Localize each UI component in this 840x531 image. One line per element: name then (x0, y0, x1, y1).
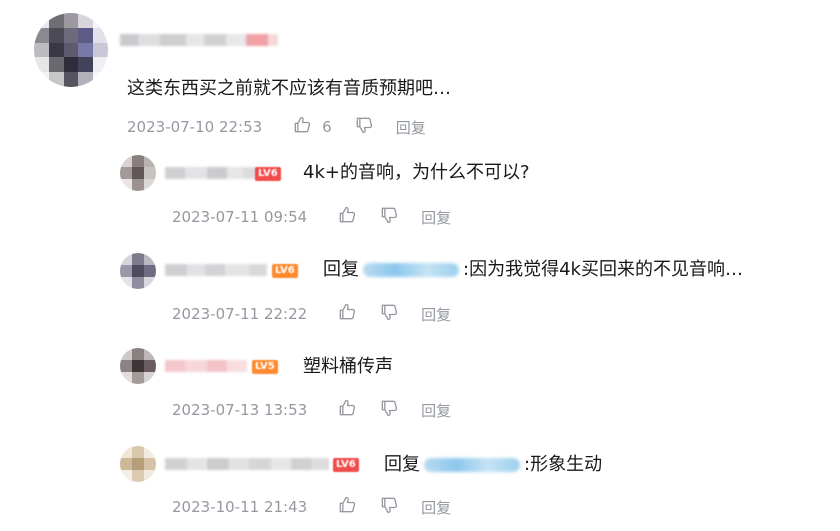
thumbs-down-icon (379, 495, 399, 519)
level-badge: LV5 (252, 360, 278, 374)
reply-meta: 2023-07-11 09:54 回复 (172, 205, 451, 229)
like-button[interactable] (337, 302, 357, 326)
dislike-button[interactable] (379, 398, 399, 422)
username[interactable] (165, 359, 247, 373)
avatar[interactable] (120, 446, 156, 482)
username[interactable] (165, 166, 257, 180)
username[interactable] (120, 33, 278, 47)
reply-button[interactable]: 回复 (421, 207, 451, 228)
thumbs-down-icon (379, 302, 399, 326)
reply-button[interactable]: 回复 (421, 400, 451, 421)
dislike-button[interactable] (354, 115, 374, 139)
like-count: 6 (322, 118, 332, 136)
comment-content: 这类东西买之前就不应该有音质预期吧… (127, 78, 451, 99)
like-button[interactable] (337, 398, 357, 422)
username[interactable] (165, 263, 267, 277)
thumbs-down-icon (379, 398, 399, 422)
reply-button[interactable]: 回复 (421, 497, 451, 518)
reply-button[interactable]: 回复 (396, 117, 426, 138)
mention-link[interactable] (424, 458, 520, 472)
reply-meta: 2023-07-11 22:22 回复 (172, 302, 451, 326)
like-button[interactable] (337, 495, 357, 519)
reply-time: 2023-07-11 09:54 (172, 208, 308, 226)
dislike-button[interactable] (379, 495, 399, 519)
comment-time: 2023-07-10 22:53 (127, 118, 263, 136)
thumbs-up-icon (337, 205, 357, 229)
reply-prefix: 回复 (323, 259, 359, 280)
reply-prefix: 回复 (384, 454, 420, 475)
reply-content: 回复 :形象生动 (384, 454, 602, 476)
thumbs-down-icon (379, 205, 399, 229)
reply-content: 塑料桶传声 (303, 356, 393, 377)
reply-content: 4k+的音响，为什么不可以? (303, 162, 530, 183)
reply-time: 2023-10-11 21:43 (172, 498, 308, 516)
dislike-button[interactable] (379, 302, 399, 326)
avatar[interactable] (120, 253, 156, 289)
reply-text: :形象生动 (524, 454, 603, 475)
thumbs-up-icon (337, 302, 357, 326)
reply-time: 2023-07-13 13:53 (172, 401, 308, 419)
mention-link[interactable] (363, 263, 459, 277)
level-badge: LV6 (272, 264, 298, 278)
thumbs-up-icon (337, 495, 357, 519)
level-badge: LV6 (255, 167, 281, 181)
dislike-button[interactable] (379, 205, 399, 229)
reply-time: 2023-07-11 22:22 (172, 305, 308, 323)
reply-meta: 2023-10-11 21:43 回复 (172, 495, 451, 519)
like-button[interactable]: 6 (292, 115, 332, 139)
thumbs-up-icon (337, 398, 357, 422)
thumbs-up-icon (292, 115, 312, 139)
reply-meta: 2023-07-13 13:53 回复 (172, 398, 451, 422)
reply-button[interactable]: 回复 (421, 304, 451, 325)
like-button[interactable] (337, 205, 357, 229)
comment-meta: 2023-07-10 22:53 6 回复 (127, 115, 426, 139)
avatar[interactable] (120, 348, 156, 384)
avatar[interactable] (120, 155, 156, 191)
username[interactable] (165, 457, 329, 471)
avatar[interactable] (34, 13, 108, 87)
thumbs-down-icon (354, 115, 374, 139)
level-badge: LV6 (333, 458, 359, 472)
reply-text: :因为我觉得4k买回来的不见音响… (463, 259, 743, 280)
reply-content: 回复 :因为我觉得4k买回来的不见音响… (323, 259, 743, 281)
